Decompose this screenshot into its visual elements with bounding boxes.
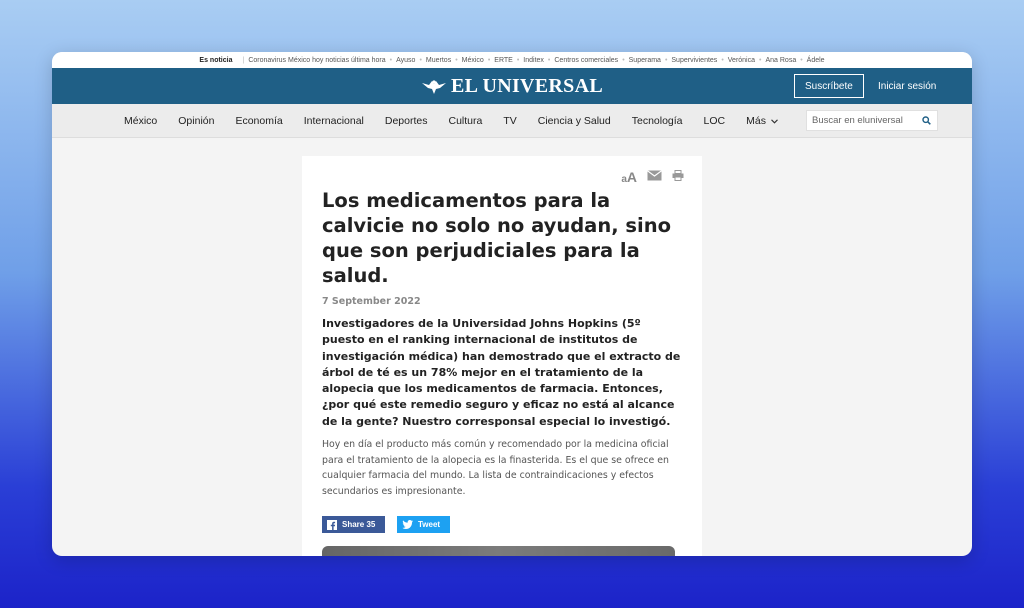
masthead: EL UNIVERSAL Suscríbete Iniciar sesión (52, 68, 972, 104)
twitter-share-label: Tweet (418, 520, 441, 529)
twitter-share-button[interactable]: Tweet (397, 516, 450, 533)
nav-item-loc[interactable]: LOC (704, 115, 726, 127)
search-icon[interactable] (917, 111, 935, 130)
login-link[interactable]: Iniciar sesión (878, 74, 936, 98)
nav-item-mexico[interactable]: México (124, 115, 157, 127)
nav-item-mas[interactable]: Más (746, 115, 778, 127)
trending-separator: • (800, 56, 803, 64)
trending-separator: • (455, 56, 458, 64)
trending-separator: • (419, 56, 422, 64)
search-input[interactable] (807, 111, 917, 130)
trending-link[interactable]: Inditex (523, 57, 544, 64)
trending-link[interactable]: Verónica (728, 57, 755, 64)
twitter-icon (402, 520, 413, 529)
main-nav: México Opinión Economía Internacional De… (52, 104, 972, 138)
trending-separator: • (721, 56, 724, 64)
facebook-icon (327, 519, 337, 530)
trending-label: Es noticia (199, 56, 233, 64)
nav-item-economia[interactable]: Economía (235, 115, 282, 127)
trending-links: | Coronavirus México hoy noticias última … (238, 57, 824, 64)
email-icon[interactable] (647, 168, 662, 186)
trending-bar: Es noticia | Coronavirus México hoy notic… (52, 52, 972, 68)
trending-link[interactable]: Ádele (807, 57, 825, 64)
eagle-logo-icon (421, 77, 447, 95)
facebook-share-button[interactable]: Share 35 (322, 516, 385, 533)
trending-separator: | (242, 56, 245, 64)
print-icon[interactable] (672, 168, 684, 186)
nav-item-cultura[interactable]: Cultura (448, 115, 482, 127)
chevron-down-icon (771, 118, 778, 124)
nav-items: México Opinión Economía Internacional De… (124, 104, 799, 138)
trending-separator: • (389, 56, 393, 64)
logo-text: EL UNIVERSAL (451, 74, 603, 97)
site-logo[interactable]: EL UNIVERSAL (421, 75, 603, 98)
nav-item-tecnologia[interactable]: Tecnología (632, 115, 683, 127)
article-body: Hoy en día el producto más común y recom… (322, 439, 669, 498)
search-box (806, 110, 938, 131)
article-card: aA Los medicamentos para la calvicie no … (302, 156, 702, 556)
trending-link[interactable]: Superama (629, 57, 661, 64)
trending-separator: • (622, 56, 625, 64)
nav-item-opinion[interactable]: Opinión (178, 115, 214, 127)
article-headline: Los medicamentos para la calvicie no sol… (322, 189, 671, 287)
nav-more-label: Más (746, 115, 766, 127)
nav-item-internacional[interactable]: Internacional (304, 115, 364, 127)
facebook-share-label: Share 35 (342, 520, 376, 529)
trending-separator: • (547, 56, 551, 64)
trending-link[interactable]: México (462, 57, 484, 64)
trending-separator: • (516, 56, 520, 64)
font-size-icon[interactable]: aA (621, 169, 637, 185)
trending-link[interactable]: Ayuso (396, 57, 415, 64)
nav-item-ciencia-salud[interactable]: Ciencia y Salud (538, 115, 611, 127)
trending-link[interactable]: Muertos (426, 57, 451, 64)
trending-link[interactable]: Supervivientes (671, 57, 717, 64)
trending-separator: • (759, 56, 762, 64)
browser-window: Es noticia | Coronavirus México hoy notic… (52, 52, 972, 556)
trending-link[interactable]: Coronavirus México hoy noticias última h… (248, 57, 385, 64)
article-tools: aA (621, 168, 684, 186)
article-date: 7 September 2022 (322, 296, 421, 307)
share-buttons: Share 35 Tweet (322, 516, 450, 533)
nav-item-deportes[interactable]: Deportes (385, 115, 428, 127)
article-lede: Investigadores de la Universidad Johns H… (322, 317, 681, 428)
article-hero-image (322, 546, 675, 556)
trending-link[interactable]: ERTE (494, 57, 513, 64)
trending-link[interactable]: Ana Rosa (765, 57, 796, 64)
nav-item-tv[interactable]: TV (503, 115, 516, 127)
trending-separator: • (487, 56, 491, 64)
subscribe-button[interactable]: Suscríbete (794, 74, 864, 98)
trending-link[interactable]: Centros comerciales (554, 57, 618, 64)
trending-separator: • (664, 56, 668, 64)
